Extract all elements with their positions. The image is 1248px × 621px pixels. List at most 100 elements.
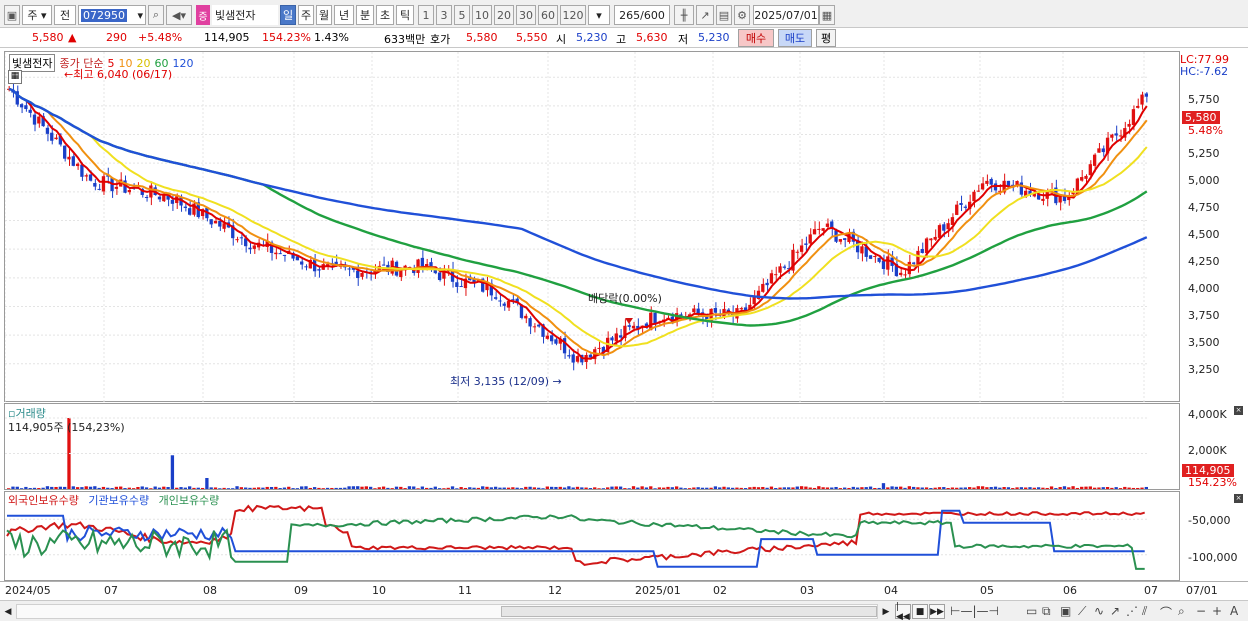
volume-panel[interactable] xyxy=(4,403,1180,490)
candle-body xyxy=(498,300,502,302)
interval-60[interactable]: 60 xyxy=(538,5,558,25)
volume-bar xyxy=(498,487,502,489)
interval-3[interactable]: 3 xyxy=(436,5,452,25)
interval-5[interactable]: 5 xyxy=(454,5,470,25)
volume-bar xyxy=(54,486,58,489)
volume-bar xyxy=(972,487,976,489)
layout-icon-2[interactable]: ⧉ xyxy=(1042,604,1051,619)
volume-bar xyxy=(567,486,571,489)
scroll-left-icon[interactable]: ◀ xyxy=(2,604,14,619)
zoom-in-icon[interactable]: + xyxy=(1212,604,1222,618)
layout-icon-1[interactable]: ▭ xyxy=(1026,604,1037,618)
draw-line-icon[interactable]: ⟋ xyxy=(1078,604,1086,619)
prev-button[interactable]: 전 xyxy=(54,5,76,25)
candle-body xyxy=(88,174,93,181)
volume-bar xyxy=(291,488,295,489)
table-icon[interactable]: ▦ xyxy=(8,70,22,84)
price-chart-panel[interactable] xyxy=(4,51,1180,403)
volume-bar xyxy=(873,487,877,489)
quote-bar: 5,580 ▲ 290 +5.48% 114,905 154.23% 1.43%… xyxy=(0,28,1248,48)
draw-wave-icon[interactable]: ∿ xyxy=(1094,604,1104,618)
y-tick-3500: 3,500 xyxy=(1188,336,1220,349)
draw-fan-icon[interactable]: ⋰ xyxy=(1126,604,1138,618)
volume-bar xyxy=(269,486,274,489)
auto-scale-icon[interactable]: A xyxy=(1230,604,1238,618)
interval-custom-select[interactable]: ▾ xyxy=(588,5,610,25)
volume-bar xyxy=(886,487,890,489)
draw-channel-icon[interactable]: ⫽ xyxy=(1142,604,1147,619)
tab-timeframe-minute[interactable]: 분 xyxy=(356,5,374,25)
scroll-row: ◀ ▶ |◀◀ ■ ▶▶ ⊢—|—⊣ ▭ ⧉ ▣ ⟋ ∿ ↗ ⋰ ⫽ ⌒ ⌕ −… xyxy=(0,600,1248,621)
candle-body xyxy=(300,261,304,265)
dividend-marker xyxy=(625,318,633,324)
holding-panel-close-icon[interactable]: × xyxy=(1234,494,1243,503)
tab-timeframe-week[interactable]: 주 xyxy=(298,5,314,25)
candle-body xyxy=(631,325,636,329)
candle-body xyxy=(209,219,213,225)
calendar-icon[interactable]: ▦ xyxy=(819,5,835,25)
volume-bar xyxy=(980,486,985,489)
tab-timeframe-tick[interactable]: 틱 xyxy=(396,5,414,25)
volume-bar xyxy=(45,486,50,489)
zoom-out-icon[interactable]: − xyxy=(1196,604,1206,618)
volume-panel-close-icon[interactable]: × xyxy=(1234,406,1243,415)
volume-bar xyxy=(205,477,209,489)
scrollbar-thumb[interactable] xyxy=(501,606,877,617)
hold-y-tick-50000: -50,000 xyxy=(1188,514,1231,527)
volume-bar xyxy=(761,486,765,489)
candle-body xyxy=(774,274,778,276)
candle-body xyxy=(54,137,58,140)
candle-body xyxy=(252,245,256,249)
x-label-04: 04 xyxy=(884,584,898,597)
volume-bar xyxy=(549,486,554,489)
x-label-2025-01: 2025/01 xyxy=(635,584,681,597)
volume-bar xyxy=(235,486,239,489)
stock-code-input[interactable]: 072950 ▾ xyxy=(78,5,146,25)
volume-bar xyxy=(1071,486,1075,489)
volume-bar xyxy=(1058,487,1062,489)
interval-30[interactable]: 30 xyxy=(516,5,536,25)
candle-style-icon[interactable]: ╫ xyxy=(674,5,694,25)
eval-button[interactable]: 평 xyxy=(816,29,836,47)
volume-bar xyxy=(795,486,799,489)
save-icon[interactable]: ▤ xyxy=(716,5,732,25)
sell-button[interactable]: 매도 xyxy=(778,29,812,47)
search-icon[interactable]: ⌕ xyxy=(148,5,164,25)
jump-start-icon[interactable]: |◀◀ xyxy=(895,602,911,621)
draw-trend-icon[interactable]: ↗ xyxy=(1110,604,1120,618)
tab-timeframe-second[interactable]: 초 xyxy=(376,5,394,25)
stop-icon[interactable]: ■ xyxy=(912,604,928,619)
volume-bar xyxy=(114,486,119,489)
interval-10[interactable]: 10 xyxy=(472,5,492,25)
speaker-icon[interactable]: ◀▾ xyxy=(166,5,192,25)
tab-timeframe-day[interactable]: 일 xyxy=(280,5,296,25)
period-type-select[interactable]: 주 ▾ xyxy=(22,5,52,25)
interval-1[interactable]: 1 xyxy=(418,5,434,25)
zoom-slider-icon[interactable]: ⊢—|—⊣ xyxy=(950,604,999,618)
tab-timeframe-month[interactable]: 월 xyxy=(316,5,332,25)
window-icon[interactable]: ▣ xyxy=(4,5,20,25)
volume-bar xyxy=(687,488,692,489)
y-tick-4500: 4,500 xyxy=(1188,228,1220,241)
volume-bar xyxy=(192,487,196,489)
scroll-right-icon[interactable]: ▶ xyxy=(880,604,892,619)
gear-icon[interactable]: ⚙ xyxy=(734,5,750,25)
interval-20[interactable]: 20 xyxy=(494,5,514,25)
indicator-icon[interactable]: ↗ xyxy=(696,5,714,25)
buy-button[interactable]: 매수 xyxy=(738,29,774,47)
draw-arc-icon[interactable]: ⌒ xyxy=(1160,604,1172,621)
volume-bar xyxy=(623,488,627,489)
scrollbar-track[interactable] xyxy=(16,604,878,619)
volume-bar xyxy=(1144,486,1148,489)
count-field[interactable]: 265/600 xyxy=(614,5,670,25)
volume-bar xyxy=(899,486,903,489)
interval-120[interactable]: 120 xyxy=(560,5,586,25)
tab-timeframe-year[interactable]: 년 xyxy=(334,5,354,25)
volume-bar xyxy=(636,487,640,489)
vol-y-tick-4000k: 4,000K xyxy=(1188,408,1227,421)
play-icon[interactable]: ▶▶ xyxy=(929,604,945,619)
count-max: /600 xyxy=(640,8,665,22)
layout-icon-3[interactable]: ▣ xyxy=(1060,604,1071,618)
zoom-search-icon[interactable]: ⌕ xyxy=(1178,604,1185,619)
date-field[interactable]: 2025/07/01 xyxy=(753,5,819,25)
